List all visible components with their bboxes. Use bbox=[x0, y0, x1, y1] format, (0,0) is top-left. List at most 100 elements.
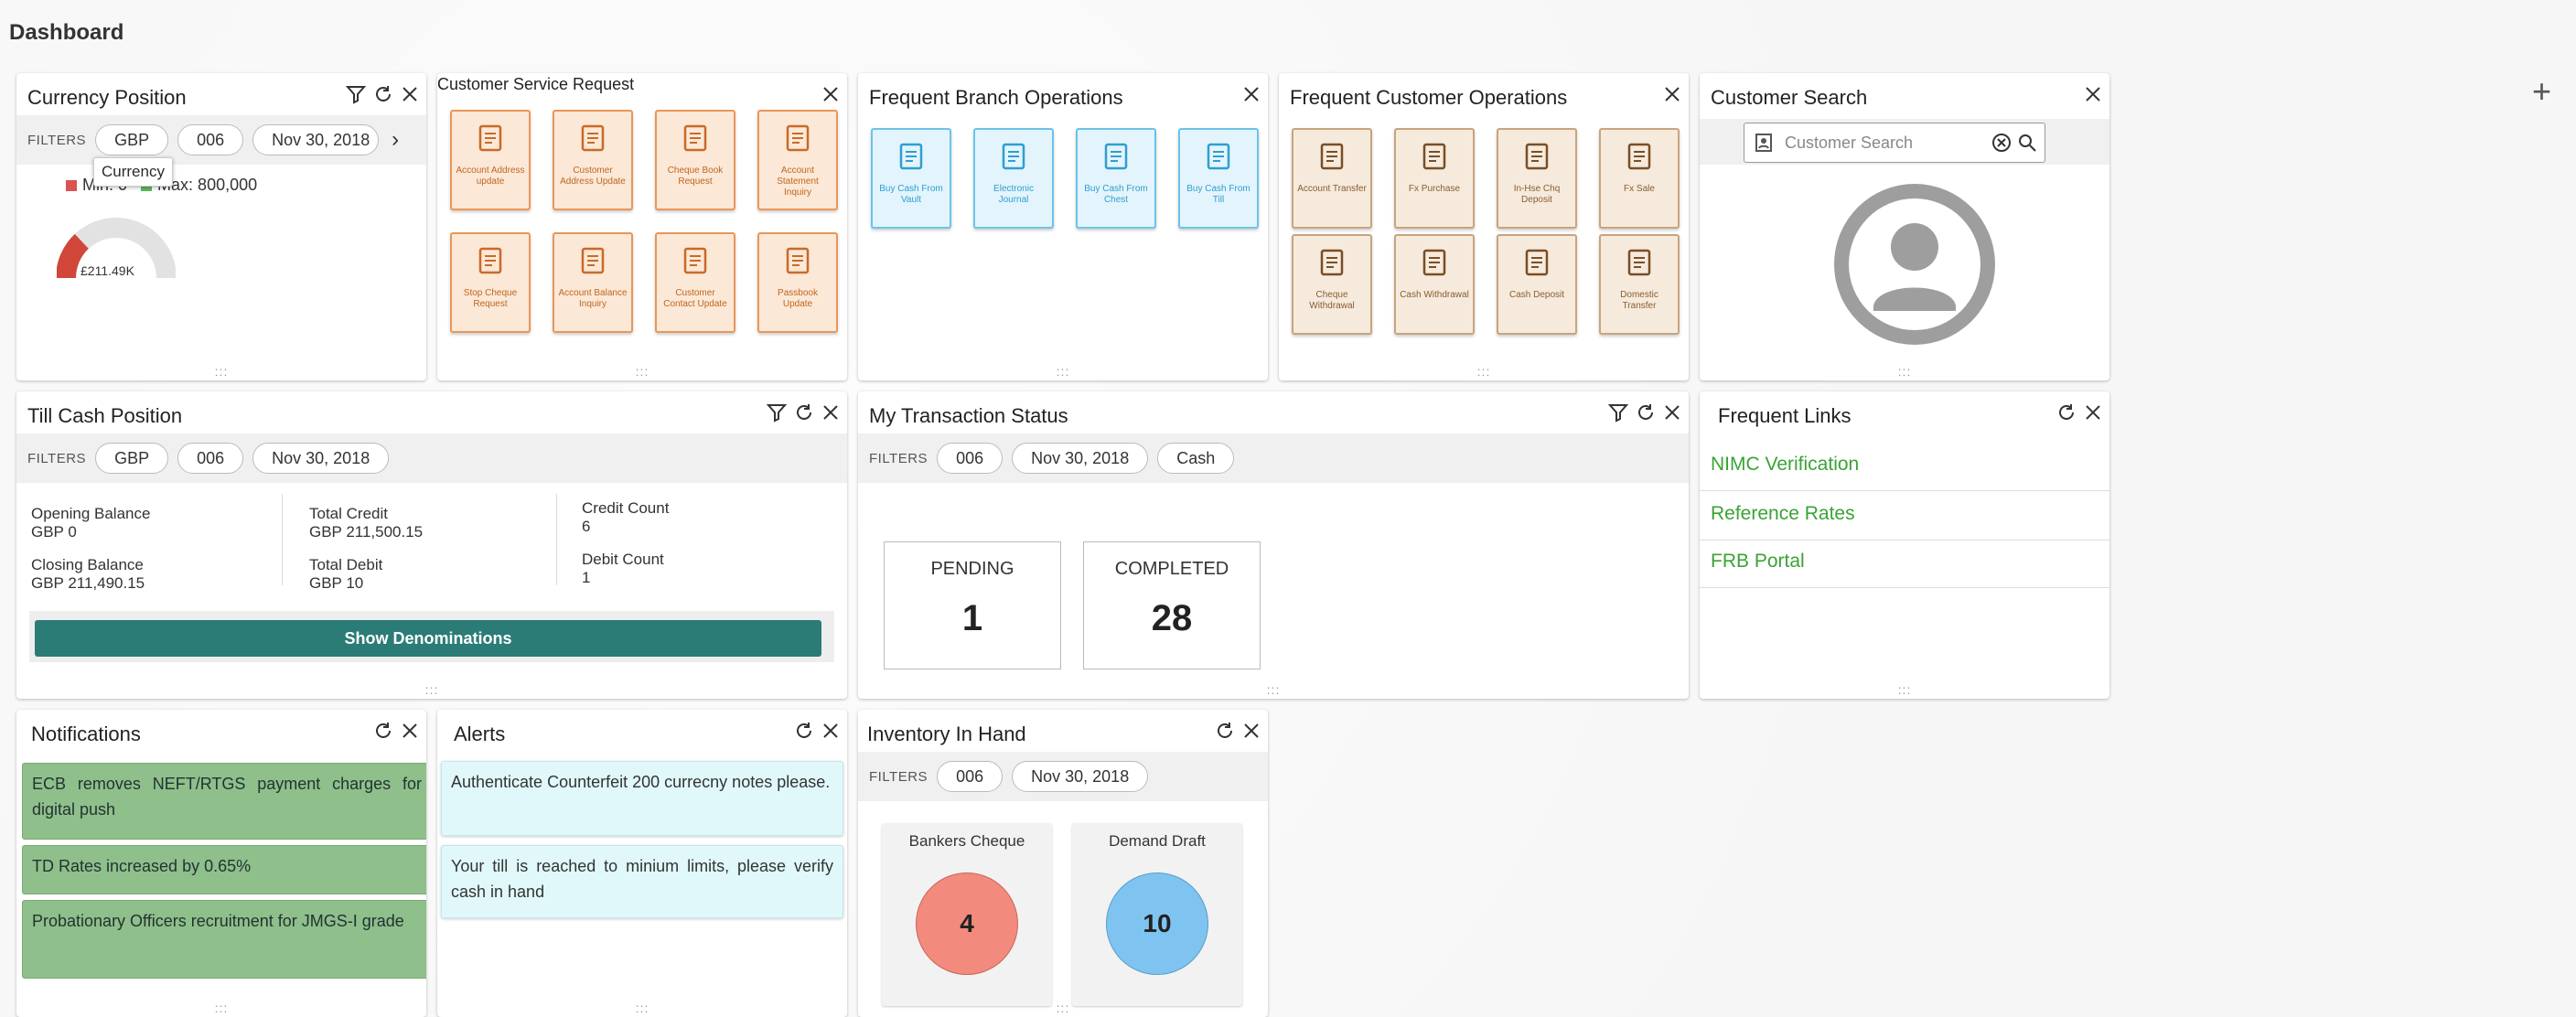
refresh-icon[interactable] bbox=[1636, 402, 1656, 423]
closing-balance-value: GBP 211,490.15 bbox=[31, 574, 145, 592]
branch-chip[interactable]: 006 bbox=[937, 761, 1004, 792]
link-reference-rates[interactable]: Reference Rates bbox=[1711, 503, 1855, 525]
resize-handle[interactable]: ::: bbox=[1267, 682, 1281, 697]
branch-chip[interactable]: 006 bbox=[937, 443, 1004, 474]
resize-handle[interactable]: ::: bbox=[1057, 1001, 1070, 1015]
operation-tile[interactable]: Electronic Journal bbox=[973, 128, 1054, 229]
operation-icon bbox=[998, 141, 1029, 177]
show-denominations-button[interactable]: Show Denominations bbox=[35, 620, 821, 657]
operation-label: Fx Purchase bbox=[1408, 184, 1461, 194]
branch-chip[interactable]: 006 bbox=[177, 124, 244, 155]
refresh-icon[interactable] bbox=[373, 84, 393, 104]
date-chip[interactable]: Nov 30, 2018 bbox=[252, 124, 380, 155]
inventory-count-circle: 4 bbox=[916, 872, 1018, 975]
notification-item[interactable]: TD Rates increased by 0.65% bbox=[22, 845, 426, 894]
debit-count: Debit Count 1 bbox=[582, 551, 664, 587]
date-chip[interactable]: Nov 30, 2018 bbox=[1012, 443, 1149, 474]
completed-count: 28 bbox=[1151, 598, 1193, 638]
currency-chip[interactable]: GBP bbox=[95, 443, 169, 474]
resize-handle[interactable]: ::: bbox=[1057, 364, 1070, 379]
date-chip[interactable]: Nov 30, 2018 bbox=[252, 443, 390, 474]
operation-label: Buy Cash From Chest bbox=[1084, 184, 1148, 205]
operation-label: Electronic Journal bbox=[993, 184, 1034, 205]
close-icon[interactable] bbox=[2084, 85, 2102, 103]
refresh-icon[interactable] bbox=[1215, 721, 1235, 741]
link-nimc-verification[interactable]: NIMC Verification bbox=[1711, 454, 1859, 476]
close-icon[interactable] bbox=[821, 85, 840, 103]
operation-label: Stop Cheque Request bbox=[463, 288, 518, 309]
column-divider bbox=[282, 494, 283, 585]
resize-handle[interactable]: ::: bbox=[215, 1001, 229, 1015]
operation-tile[interactable]: Domestic Transfer bbox=[1599, 234, 1680, 335]
resize-handle[interactable]: ::: bbox=[636, 1001, 649, 1015]
close-icon[interactable] bbox=[1242, 85, 1261, 103]
operation-tile[interactable]: Account Balance Inquiry bbox=[553, 232, 633, 333]
date-chip[interactable]: Nov 30, 2018 bbox=[1012, 761, 1149, 792]
operation-tile[interactable]: Stop Cheque Request bbox=[450, 232, 531, 333]
operation-tile[interactable]: Cheque Withdrawal bbox=[1292, 234, 1372, 335]
search-icon[interactable] bbox=[2017, 133, 2037, 153]
add-widget-icon[interactable]: + bbox=[2532, 75, 2551, 108]
alert-item[interactable]: Your till is reached to minium limits, p… bbox=[441, 845, 843, 918]
filter-icon[interactable] bbox=[346, 84, 366, 104]
operation-tile[interactable]: Cash Deposit bbox=[1497, 234, 1577, 335]
chevron-right-icon[interactable]: › bbox=[392, 127, 399, 153]
alert-item[interactable]: Authenticate Counterfeit 200 currecny no… bbox=[441, 761, 843, 836]
resize-handle[interactable]: ::: bbox=[1477, 364, 1491, 379]
operation-tile[interactable]: Account Statement Inquiry bbox=[757, 110, 838, 210]
notification-item[interactable]: Probationary Officers recruitment for JM… bbox=[22, 900, 426, 979]
operation-tile[interactable]: Account Address update bbox=[450, 110, 531, 210]
notification-item[interactable]: ECB removes NEFT/RTGS payment charges fo… bbox=[22, 763, 426, 840]
branch-chip[interactable]: 006 bbox=[177, 443, 244, 474]
operation-tile[interactable]: Customer Address Update bbox=[553, 110, 633, 210]
refresh-icon[interactable] bbox=[794, 402, 814, 423]
close-icon[interactable] bbox=[401, 85, 419, 103]
close-icon[interactable] bbox=[821, 722, 840, 740]
customer-search-input[interactable]: Customer Search bbox=[1744, 123, 2045, 163]
operation-tile[interactable]: Buy Cash From Till bbox=[1178, 128, 1259, 229]
type-chip[interactable]: Cash bbox=[1157, 443, 1235, 474]
operation-tile[interactable]: Passbook Update bbox=[757, 232, 838, 333]
operation-label: Cheque Withdrawal bbox=[1309, 290, 1355, 311]
bankers-cheque-card[interactable]: Bankers Cheque 4 bbox=[882, 823, 1052, 1006]
refresh-icon[interactable] bbox=[794, 721, 814, 741]
completed-status-card[interactable]: COMPLETED 28 bbox=[1083, 541, 1261, 669]
operation-tile[interactable]: Cash Withdrawal bbox=[1394, 234, 1475, 335]
operation-tile[interactable]: In-Hse Chq Deposit bbox=[1497, 128, 1577, 229]
operation-tile[interactable]: Buy Cash From Chest bbox=[1076, 128, 1156, 229]
debit-count-label: Debit Count bbox=[582, 551, 664, 568]
close-icon[interactable] bbox=[2084, 403, 2102, 422]
pending-status-card[interactable]: PENDING 1 bbox=[884, 541, 1061, 669]
resize-handle[interactable]: ::: bbox=[1898, 364, 1912, 379]
operation-tile[interactable]: Customer Contact Update bbox=[655, 232, 735, 333]
widget-title: Frequent Links bbox=[1718, 404, 1852, 427]
operation-label: Domestic Transfer bbox=[1620, 290, 1658, 311]
resize-handle[interactable]: ::: bbox=[425, 682, 439, 697]
close-icon[interactable] bbox=[1663, 85, 1681, 103]
close-icon[interactable] bbox=[821, 403, 840, 422]
close-icon[interactable] bbox=[401, 722, 419, 740]
operation-icon bbox=[1521, 247, 1552, 283]
link-frb-portal[interactable]: FRB Portal bbox=[1711, 551, 1805, 573]
close-icon[interactable] bbox=[1663, 403, 1681, 422]
filter-icon[interactable] bbox=[767, 402, 787, 423]
filter-icon[interactable] bbox=[1608, 402, 1628, 423]
clear-icon[interactable] bbox=[1991, 133, 2012, 153]
operation-icon bbox=[1521, 141, 1552, 177]
close-icon[interactable] bbox=[1242, 722, 1261, 740]
resize-handle[interactable]: ::: bbox=[215, 364, 229, 379]
operation-tile[interactable]: Fx Purchase bbox=[1394, 128, 1475, 229]
operation-tile[interactable]: Fx Sale bbox=[1599, 128, 1680, 229]
refresh-icon[interactable] bbox=[373, 721, 393, 741]
demand-draft-card[interactable]: Demand Draft 10 bbox=[1072, 823, 1242, 1006]
refresh-icon[interactable] bbox=[2056, 402, 2077, 423]
operation-icon bbox=[1316, 247, 1347, 283]
resize-handle[interactable]: ::: bbox=[1898, 682, 1912, 697]
resize-handle[interactable]: ::: bbox=[636, 364, 649, 379]
currency-chip[interactable]: GBP bbox=[95, 124, 169, 155]
operation-tile[interactable]: Account Transfer bbox=[1292, 128, 1372, 229]
filter-bar: FILTERS 006 Nov 30, 2018 bbox=[858, 752, 1268, 801]
operation-tile[interactable]: Cheque Book Request bbox=[655, 110, 735, 210]
operation-tile[interactable]: Buy Cash From Vault bbox=[871, 128, 951, 229]
currency-position-widget: Currency Position FILTERS GBP 006 Nov 30… bbox=[16, 73, 426, 380]
